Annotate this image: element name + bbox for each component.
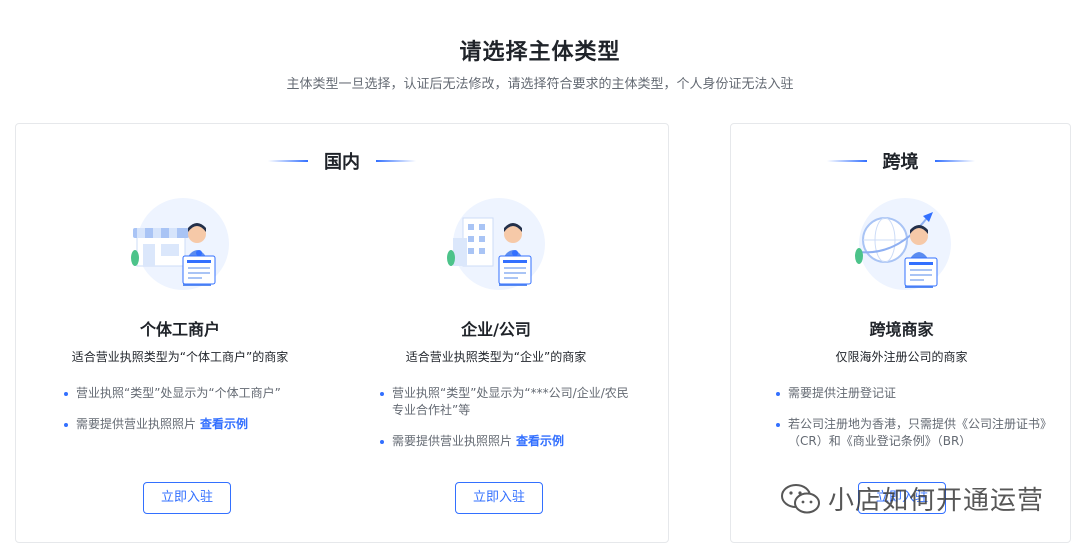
divider-line-left: [268, 160, 308, 162]
requirement-text: 营业执照“类型”处显示为“***公司/企业/农民专业合作社”等: [392, 386, 629, 417]
requirement-text: 需要提供注册登记证: [788, 386, 897, 400]
cross-border-section-title: 跨境: [882, 152, 919, 173]
domestic-card: 国内 个体工商户 适合营业执照类型为“个体工商户”的商家 营业执照“类型”处显示…: [15, 123, 669, 543]
cross-border-illustration: [847, 196, 957, 296]
requirement-item: 营业执照“类型”处显示为“***公司/企业/农民专业合作社”等: [380, 385, 636, 419]
watermark-text: 小店如何开通运营: [828, 486, 1045, 516]
option-title: 个体工商户: [139, 320, 220, 339]
option-enterprise: 企业/公司 适合营业执照类型为“企业”的商家 营业执照“类型”处显示为“***公…: [336, 196, 656, 464]
requirement-text: 营业执照“类型”处显示为“个体工商户”: [76, 386, 281, 400]
page-title: 请选择主体类型: [459, 40, 621, 65]
apply-enterprise-button[interactable]: 立即入驻: [455, 482, 543, 514]
requirement-item: 营业执照“类型”处显示为“个体工商户”: [64, 385, 320, 402]
divider-line-left: [826, 160, 867, 162]
requirement-item: 需要提供注册登记证: [776, 385, 1047, 402]
option-cross-border: 跨境商家 仅限海外注册公司的商家 需要提供注册登记证 若公司注册地为香港，只需提…: [736, 196, 1067, 464]
option-description: 仅限海外注册公司的商家: [835, 350, 968, 364]
requirement-text: 若公司注册地为香港，只需提供《公司注册证书》（CR）和《商业登记条例》（BR）: [788, 417, 1047, 448]
enterprise-illustration: [441, 196, 551, 296]
option-title: 跨境商家: [869, 320, 934, 339]
requirement-list: 营业执照“类型”处显示为“***公司/企业/农民专业合作社”等 需要提供营业执照…: [336, 385, 656, 450]
requirement-text: 需要提供营业执照照片: [392, 434, 513, 448]
wechat-icon: [781, 483, 820, 513]
requirement-list: 需要提供注册登记证 若公司注册地为香港，只需提供《公司注册证书》（CR）和《商业…: [736, 385, 1067, 450]
domestic-section-title: 国内: [324, 152, 360, 173]
shop-owner-illustration: [125, 196, 235, 296]
requirement-text: 需要提供营业执照照片: [76, 417, 197, 431]
requirement-item: 若公司注册地为香港，只需提供《公司注册证书》（CR）和《商业登记条例》（BR）: [776, 416, 1047, 450]
view-example-link[interactable]: 查看示例: [200, 417, 248, 431]
page-subtitle: 主体类型一旦选择，认证后无法修改，请选择符合要求的主体类型，个人身份证无法入驻: [286, 77, 794, 92]
divider-line-right: [934, 160, 975, 162]
domestic-section-header: 国内: [16, 148, 668, 174]
option-individual-business: 个体工商户 适合营业执照类型为“个体工商户”的商家 营业执照“类型”处显示为“个…: [20, 196, 340, 447]
watermark: 小店如何开通运营: [780, 480, 1044, 517]
option-title: 企业/公司: [461, 320, 531, 339]
cross-border-section-header: 跨境: [731, 148, 1070, 174]
divider-line-right: [376, 160, 416, 162]
option-description: 适合营业执照类型为“个体工商户”的商家: [71, 350, 289, 364]
requirement-list: 营业执照“类型”处显示为“个体工商户” 需要提供营业执照照片 查看示例: [20, 385, 340, 433]
requirement-item: 需要提供营业执照照片 查看示例: [64, 416, 320, 433]
apply-individual-business-button[interactable]: 立即入驻: [143, 482, 231, 514]
requirement-item: 需要提供营业执照照片 查看示例: [380, 433, 636, 450]
option-description: 适合营业执照类型为“企业”的商家: [405, 350, 587, 364]
view-example-link[interactable]: 查看示例: [516, 434, 564, 448]
